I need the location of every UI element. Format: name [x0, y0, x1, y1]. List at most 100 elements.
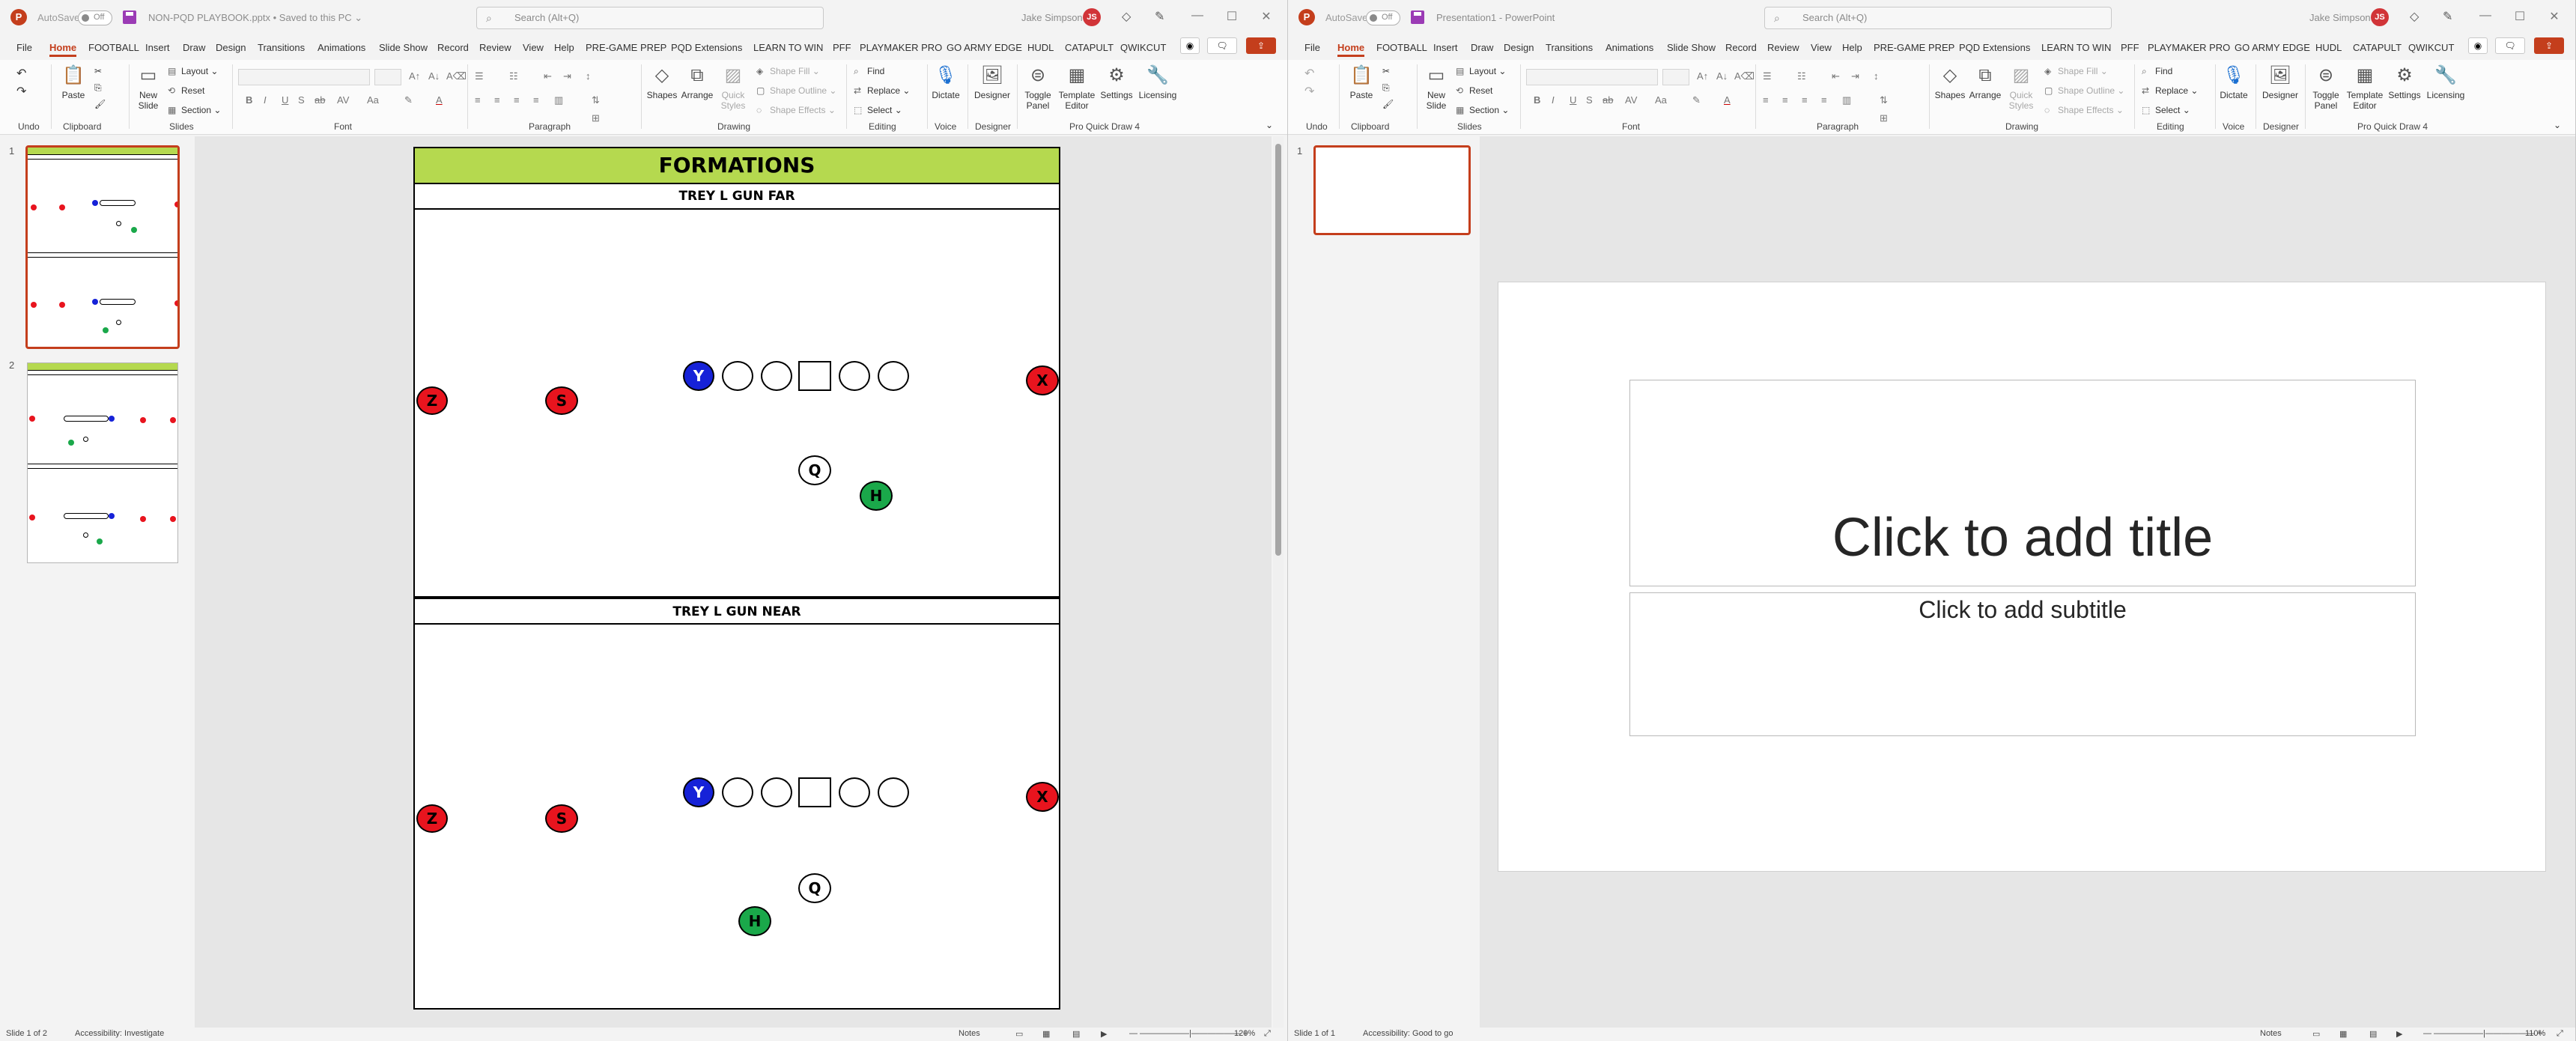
- font-size-field[interactable]: [374, 69, 401, 85]
- tab-file[interactable]: File: [1304, 42, 1320, 53]
- player-z[interactable]: Z: [416, 386, 448, 415]
- tab-help[interactable]: Help: [554, 42, 574, 53]
- pen-icon[interactable]: ✎: [1155, 9, 1164, 24]
- premium-diamond-icon[interactable]: ◇: [2410, 9, 2419, 24]
- tab-help[interactable]: Help: [1842, 42, 1862, 53]
- shape-fill-button[interactable]: ◈ Shape Fill ⌄: [756, 66, 820, 76]
- font-grow-icon[interactable]: A↑: [1697, 70, 1708, 82]
- select-button[interactable]: ⬚ Select ⌄: [854, 105, 902, 115]
- player-y[interactable]: Y: [683, 777, 714, 807]
- tab-slide-show[interactable]: Slide Show: [379, 42, 428, 53]
- tab-playmaker-pro[interactable]: PLAYMAKER PRO: [860, 42, 942, 53]
- vertical-scrollbar[interactable]: [1273, 136, 1284, 1028]
- search-box[interactable]: ⌕ Search (Alt+Q): [1764, 7, 2112, 29]
- tab-view[interactable]: View: [523, 42, 544, 53]
- line-spacing-icon[interactable]: ↕: [586, 70, 591, 82]
- undo-icon[interactable]: ↶: [1304, 66, 1314, 81]
- smartart-icon[interactable]: ⊞: [1880, 112, 1888, 124]
- font-size-field[interactable]: [1662, 69, 1689, 85]
- change-case-icon[interactable]: Aa: [367, 94, 379, 106]
- tab-record[interactable]: Record: [1725, 42, 1757, 53]
- shadow-icon[interactable]: S: [1586, 94, 1593, 106]
- notes-button[interactable]: Notes: [2260, 1029, 2282, 1038]
- tab-home[interactable]: Home: [1337, 42, 1365, 57]
- comments-button[interactable]: 🗨: [2495, 37, 2525, 54]
- share-button[interactable]: ⇪: [1246, 37, 1276, 54]
- share-button[interactable]: ⇪: [2534, 37, 2564, 54]
- tab-go-army-edge[interactable]: GO ARMY EDGE: [947, 42, 1022, 53]
- reset-button[interactable]: ⟲ Reset: [168, 85, 204, 96]
- template-editor-button[interactable]: ▦ Template Editor: [1057, 64, 1096, 111]
- avatar[interactable]: JS: [2371, 8, 2389, 26]
- tab-pff[interactable]: PFF: [833, 42, 851, 53]
- pen-icon[interactable]: ✎: [2443, 9, 2452, 24]
- tab-transitions[interactable]: Transitions: [258, 42, 305, 53]
- shape-fill-button[interactable]: ◈ Shape Fill ⌄: [2044, 66, 2108, 76]
- align-right-icon[interactable]: ≡: [1802, 94, 1808, 106]
- tab-learn-to-win[interactable]: LEARN TO WIN: [753, 42, 823, 53]
- undo-icon[interactable]: ↶: [16, 66, 26, 81]
- shape-outline-button[interactable]: ▢ Shape Outline ⌄: [2044, 85, 2124, 96]
- minimize-icon[interactable]: —: [2474, 9, 2497, 22]
- tab-draw[interactable]: Draw: [183, 42, 205, 53]
- normal-view-icon[interactable]: ▭: [1015, 1029, 1023, 1039]
- offensive-lineman[interactable]: [722, 777, 753, 807]
- tab-pqd-extensions[interactable]: PQD Extensions: [671, 42, 742, 53]
- arrange-button[interactable]: ⧉ Arrange: [1968, 64, 2002, 100]
- find-button[interactable]: ⌕ Find: [2142, 66, 2172, 77]
- font-name-field[interactable]: [1526, 69, 1658, 85]
- maximize-icon[interactable]: ☐: [1221, 9, 1243, 24]
- template-editor-button[interactable]: ▦ Template Editor: [2345, 64, 2384, 111]
- redo-icon[interactable]: ↷: [1304, 84, 1314, 99]
- record-button[interactable]: ◉: [2468, 37, 2488, 54]
- tab-catapult[interactable]: CATAPULT: [2353, 42, 2402, 53]
- slideshow-icon[interactable]: ▶: [2396, 1029, 2402, 1039]
- format-painter-icon[interactable]: 🖌: [1382, 99, 1394, 109]
- align-center-icon[interactable]: ≡: [494, 94, 500, 106]
- cut-icon[interactable]: ✂: [1382, 66, 1390, 76]
- underline-icon[interactable]: U: [1570, 94, 1576, 106]
- player-q[interactable]: Q: [798, 455, 831, 485]
- outdent-icon[interactable]: ⇥: [1851, 70, 1859, 82]
- accessibility-status[interactable]: Accessibility: Good to go: [1363, 1029, 1453, 1038]
- copy-icon[interactable]: ⎘: [1382, 82, 1390, 94]
- highlight-icon[interactable]: ✎: [404, 94, 413, 106]
- slideshow-icon[interactable]: ▶: [1101, 1029, 1107, 1039]
- toggle-panel-button[interactable]: ⊜ Toggle Panel: [2308, 64, 2344, 111]
- bold-icon[interactable]: B: [1534, 94, 1540, 106]
- settings-button[interactable]: ⚙ Settings: [2386, 64, 2423, 100]
- offensive-lineman[interactable]: [878, 361, 909, 391]
- outdent-icon[interactable]: ⇥: [563, 70, 571, 82]
- tab-review[interactable]: Review: [1767, 42, 1799, 53]
- section-button[interactable]: ▦ Section ⌄: [168, 105, 221, 115]
- numbering-icon[interactable]: ☷: [1797, 70, 1806, 82]
- font-name-field[interactable]: [238, 69, 370, 85]
- slide-sorter-icon[interactable]: ▦: [2339, 1029, 2347, 1039]
- font-color-icon[interactable]: A: [436, 94, 443, 106]
- layout-button[interactable]: ▤ Layout ⌄: [1456, 66, 1506, 76]
- player-q[interactable]: Q: [798, 873, 831, 903]
- subtitle-placeholder[interactable]: Click to add subtitle: [1629, 592, 2416, 736]
- close-icon[interactable]: ✕: [1255, 9, 1278, 24]
- title-placeholder[interactable]: Click to add title: [1629, 380, 2416, 586]
- tab-pre-game-prep[interactable]: PRE-GAME PREP: [1874, 42, 1954, 53]
- premium-diamond-icon[interactable]: ◇: [1122, 9, 1131, 24]
- tab-hudl[interactable]: HUDL: [2315, 42, 2342, 53]
- slide-sorter-icon[interactable]: ▦: [1042, 1029, 1050, 1039]
- font-shrink-icon[interactable]: A↓: [1716, 70, 1728, 82]
- offensive-lineman[interactable]: [878, 777, 909, 807]
- maximize-icon[interactable]: ☐: [2509, 9, 2531, 24]
- text-direction-icon[interactable]: ⇅: [592, 94, 600, 106]
- select-button[interactable]: ⬚ Select ⌄: [2142, 105, 2190, 115]
- paste-button[interactable]: 📋 Paste: [1346, 64, 1376, 100]
- shadow-icon[interactable]: S: [298, 94, 305, 106]
- tab-qwikcut[interactable]: QWIKCUT: [1120, 42, 1166, 53]
- paste-button[interactable]: 📋 Paste: [58, 64, 88, 100]
- italic-icon[interactable]: I: [264, 94, 267, 106]
- indent-icon[interactable]: ⇤: [1832, 70, 1840, 82]
- quick-styles-button[interactable]: ▨ Quick Styles: [2004, 64, 2038, 111]
- toggle-panel-button[interactable]: ⊜ Toggle Panel: [1020, 64, 1056, 111]
- font-grow-icon[interactable]: A↑: [409, 70, 420, 82]
- tab-design[interactable]: Design: [216, 42, 246, 53]
- shapes-button[interactable]: ◇ Shapes: [645, 64, 678, 100]
